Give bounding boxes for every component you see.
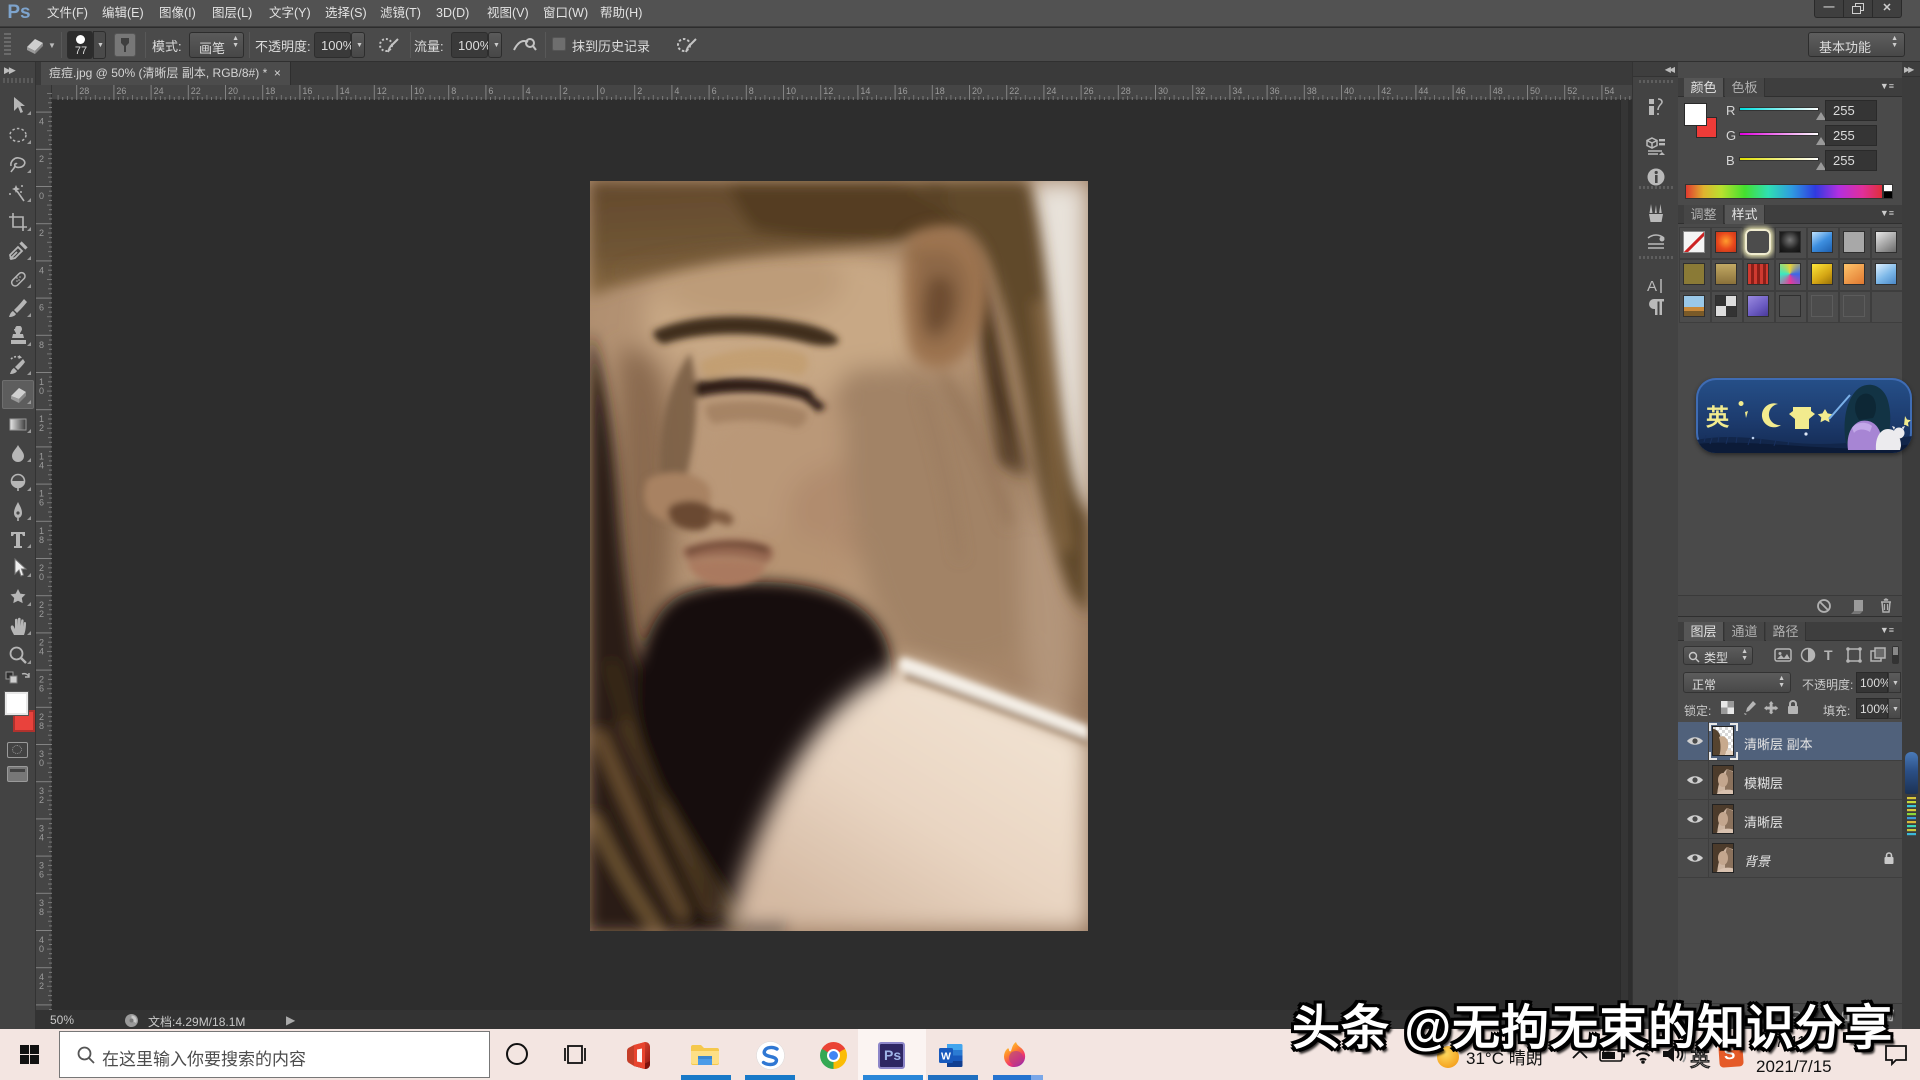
svg-text:0: 0 <box>39 386 44 396</box>
svg-text:8: 8 <box>749 86 754 96</box>
svg-text:38: 38 <box>1307 86 1317 96</box>
svg-text:6: 6 <box>39 498 44 508</box>
svg-text:8: 8 <box>39 721 44 731</box>
svg-text:6: 6 <box>39 870 44 880</box>
svg-text:2: 2 <box>563 86 568 96</box>
svg-text:32: 32 <box>1195 86 1205 96</box>
svg-text:4: 4 <box>39 460 44 470</box>
svg-text:英: 英 <box>1706 404 1730 430</box>
svg-text:4: 4 <box>526 86 531 96</box>
svg-text:20: 20 <box>228 86 238 96</box>
svg-text:14: 14 <box>860 86 870 96</box>
svg-text:W: W <box>941 1051 951 1063</box>
svg-text:24: 24 <box>1046 86 1056 96</box>
svg-text:4: 4 <box>39 646 44 656</box>
svg-text:52: 52 <box>1567 86 1577 96</box>
svg-text:24: 24 <box>154 86 164 96</box>
svg-text:54: 54 <box>1604 86 1614 96</box>
svg-text:30: 30 <box>1158 86 1168 96</box>
svg-text:0: 0 <box>600 86 605 96</box>
svg-text:26: 26 <box>1084 86 1094 96</box>
svg-text:12: 12 <box>823 86 833 96</box>
svg-text:0: 0 <box>39 944 44 954</box>
svg-text:6: 6 <box>39 684 44 694</box>
svg-text:0: 0 <box>39 572 44 582</box>
svg-text:28: 28 <box>79 86 89 96</box>
svg-text:8: 8 <box>39 907 44 917</box>
svg-text:50: 50 <box>1530 86 1540 96</box>
svg-text:8: 8 <box>451 86 456 96</box>
svg-text:A: A <box>1647 278 1657 295</box>
svg-text:0: 0 <box>39 191 44 201</box>
svg-text:18: 18 <box>265 86 275 96</box>
svg-text:48: 48 <box>1493 86 1503 96</box>
svg-text:2: 2 <box>39 981 44 991</box>
svg-text:2: 2 <box>39 154 44 164</box>
svg-text:2: 2 <box>39 228 44 238</box>
svg-text:2: 2 <box>637 86 642 96</box>
svg-text:8: 8 <box>39 535 44 545</box>
svg-text:42: 42 <box>1381 86 1391 96</box>
svg-text:6: 6 <box>488 86 493 96</box>
svg-text:22: 22 <box>191 86 201 96</box>
svg-text:8: 8 <box>39 340 44 350</box>
svg-text:10: 10 <box>786 86 796 96</box>
svg-text:2: 2 <box>39 795 44 805</box>
svg-text:34: 34 <box>1232 86 1242 96</box>
svg-text:28: 28 <box>1121 86 1131 96</box>
svg-text:22: 22 <box>1009 86 1019 96</box>
svg-text:18: 18 <box>935 86 945 96</box>
svg-text:16: 16 <box>898 86 908 96</box>
svg-text:40: 40 <box>1344 86 1354 96</box>
svg-text:4: 4 <box>39 265 44 275</box>
svg-text:4: 4 <box>39 117 44 127</box>
svg-text:6: 6 <box>712 86 717 96</box>
svg-text:16: 16 <box>302 86 312 96</box>
svg-text:44: 44 <box>1418 86 1428 96</box>
svg-text:36: 36 <box>1270 86 1280 96</box>
svg-text:4: 4 <box>39 832 44 842</box>
svg-text:0: 0 <box>39 758 44 768</box>
svg-text:12: 12 <box>377 86 387 96</box>
svg-text:2: 2 <box>39 609 44 619</box>
svg-text:6: 6 <box>39 303 44 313</box>
svg-text:20: 20 <box>972 86 982 96</box>
svg-text:14: 14 <box>340 86 350 96</box>
svg-text:46: 46 <box>1456 86 1466 96</box>
svg-text:2: 2 <box>39 423 44 433</box>
svg-text:4: 4 <box>674 86 679 96</box>
svg-text:10: 10 <box>414 86 424 96</box>
svg-text:26: 26 <box>116 86 126 96</box>
